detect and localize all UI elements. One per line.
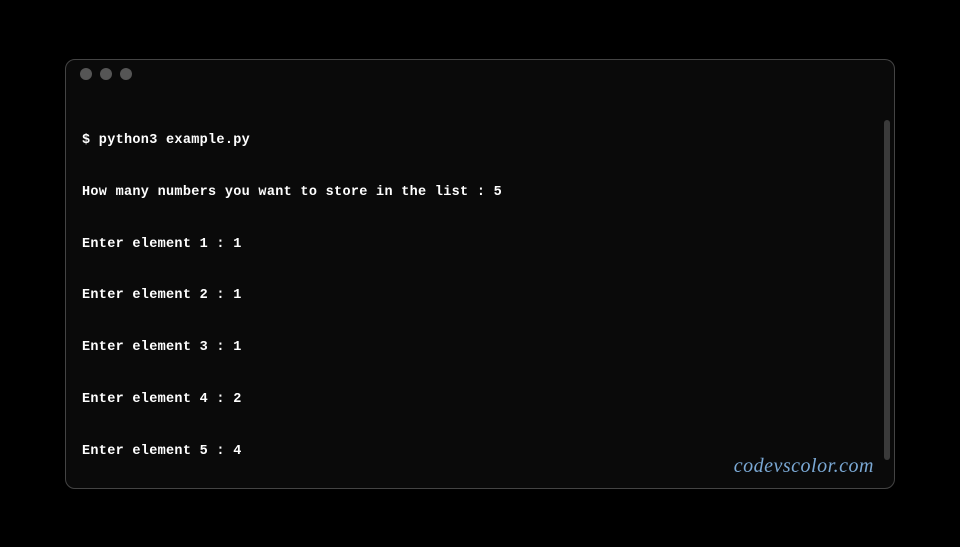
terminal-line: $ python3 example.py — [82, 132, 878, 149]
terminal-window: $ python3 example.py How many numbers yo… — [65, 59, 895, 489]
scrollbar[interactable] — [884, 120, 890, 460]
terminal-line: Enter element 1 : 1 — [82, 236, 878, 253]
close-icon[interactable] — [80, 68, 92, 80]
terminal-content[interactable]: $ python3 example.py How many numbers yo… — [66, 88, 894, 489]
minimize-icon[interactable] — [100, 68, 112, 80]
terminal-line: Enter element 2 : 1 — [82, 287, 878, 304]
terminal-line: How many numbers you want to store in th… — [82, 184, 878, 201]
terminal-line: Enter element 4 : 2 — [82, 391, 878, 408]
terminal-line: Enter element 3 : 1 — [82, 339, 878, 356]
watermark: codevscolor.com — [734, 455, 874, 478]
maximize-icon[interactable] — [120, 68, 132, 80]
title-bar — [66, 60, 894, 88]
